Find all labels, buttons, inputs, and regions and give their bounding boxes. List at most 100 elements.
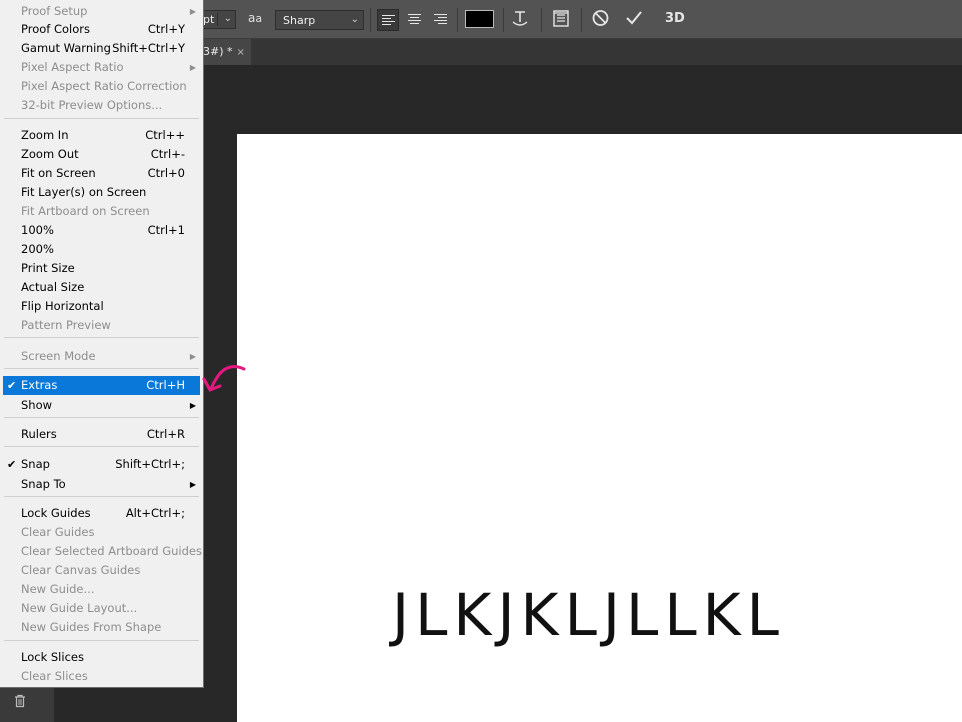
menu-item-flip-horizontal[interactable]: Flip Horizontal: [3, 297, 200, 316]
menu-item-snap[interactable]: ✔ Snap Shift+Ctrl+;: [3, 455, 200, 474]
menu-item-pixel-aspect-ratio-correction[interactable]: Pixel Aspect Ratio Correction: [3, 77, 200, 96]
menu-item-label: Flip Horizontal: [21, 299, 104, 313]
menu-item-snap-to[interactable]: Snap To ▶: [3, 475, 200, 494]
menu-item-label: New Guide...: [21, 582, 95, 596]
menu-item-rulers[interactable]: Rulers Ctrl+R: [3, 425, 200, 444]
menu-separator: [4, 496, 199, 497]
menu-separator: [4, 337, 199, 338]
chevron-down-icon: ⌄: [350, 14, 359, 25]
submenu-arrow-icon: ▶: [189, 401, 196, 410]
submenu-arrow-icon: ▶: [189, 352, 196, 361]
menu-item-pattern-preview[interactable]: Pattern Preview: [3, 316, 200, 335]
menu-item-shortcut: Alt+Ctrl+;: [125, 506, 185, 520]
menu-item-label: New Guides From Shape: [21, 620, 162, 634]
menu-item-show[interactable]: Show ▶: [3, 396, 200, 415]
menu-item-200[interactable]: 200%: [3, 240, 200, 259]
text-color-swatch[interactable]: [465, 10, 494, 28]
commit-icon[interactable]: [624, 8, 644, 31]
submenu-arrow-icon: ▶: [189, 63, 196, 72]
menu-item-actual-size[interactable]: Actual Size: [3, 278, 200, 297]
antialias-select[interactable]: Sharp ⌄: [275, 10, 364, 30]
menu-separator: [4, 446, 199, 447]
menu-item-pixel-aspect-ratio[interactable]: Pixel Aspect Ratio ▶: [3, 58, 200, 77]
menu-item-gamut-warning[interactable]: Gamut Warning Shift+Ctrl+Y: [3, 39, 200, 58]
menu-item-label: New Guide Layout...: [21, 601, 138, 615]
menu-item-label: Fit Layer(s) on Screen: [21, 185, 147, 199]
menu-item-label: Snap To: [21, 477, 66, 491]
submenu-arrow-icon: ▶: [189, 7, 196, 16]
menu-item-label: Clear Canvas Guides: [21, 563, 141, 577]
menu-item-clear-canvas-guides[interactable]: Clear Canvas Guides: [3, 561, 200, 580]
menu-item-fit-on-screen[interactable]: Fit on Screen Ctrl+0: [3, 164, 200, 183]
character-panel-icon[interactable]: [552, 8, 570, 31]
menu-item-label: Pattern Preview: [21, 318, 111, 332]
close-icon[interactable]: ×: [237, 47, 245, 58]
menu-item-label: Print Size: [21, 261, 75, 275]
menu-item-100[interactable]: 100% Ctrl+1: [3, 221, 200, 240]
antialias-value: Sharp: [283, 14, 316, 27]
menu-item-label: Lock Slices: [21, 650, 84, 664]
menu-item-proof-setup[interactable]: Proof Setup ▶: [3, 2, 200, 21]
antialias-icon: aa: [248, 11, 263, 25]
menu-item-shortcut: Ctrl++: [145, 128, 185, 142]
checkmark-icon: ✔: [7, 379, 17, 392]
menu-item-label: Show: [21, 398, 53, 412]
menu-item-label: Screen Mode: [21, 349, 96, 363]
menu-item-label: 200%: [21, 242, 54, 256]
document-tab-title: 3#) *: [203, 45, 233, 58]
menu-separator: [4, 118, 199, 119]
menu-item-label: Rulers: [21, 427, 57, 441]
menu-item-label: Clear Guides: [21, 525, 95, 539]
menu-item-label: 100%: [21, 223, 54, 237]
align-right-icon[interactable]: [430, 9, 452, 31]
menu-item-fit-artboard-on-screen[interactable]: Fit Artboard on Screen: [3, 202, 200, 221]
menu-item-new-guide[interactable]: New Guide...: [3, 580, 200, 599]
menu-item-label: Proof Colors: [21, 22, 90, 36]
menu-item-shortcut: Ctrl+H: [146, 378, 185, 392]
menu-item-new-guides-from-shape[interactable]: New Guides From Shape: [3, 618, 200, 637]
menu-item-shortcut: Ctrl+Y: [147, 22, 185, 36]
menu-item-proof-colors[interactable]: Proof Colors Ctrl+Y: [3, 20, 200, 39]
menu-item-label: Fit Artboard on Screen: [21, 204, 150, 218]
menu-item-zoom-in[interactable]: Zoom In Ctrl++: [3, 126, 200, 145]
menu-item-clear-slices[interactable]: Clear Slices: [3, 667, 200, 686]
menu-item-extras[interactable]: ✔ Extras Ctrl+H: [3, 376, 200, 395]
3d-icon[interactable]: 3D: [665, 11, 685, 26]
menu-item-32-bit-preview-options[interactable]: 32-bit Preview Options...: [3, 96, 200, 115]
menu-item-zoom-out[interactable]: Zoom Out Ctrl+-: [3, 145, 200, 164]
menu-item-lock-slices[interactable]: Lock Slices: [3, 648, 200, 667]
menu-item-label: Zoom Out: [21, 147, 79, 161]
menu-separator: [4, 417, 199, 418]
menu-item-label: Pixel Aspect Ratio: [21, 60, 124, 74]
menu-item-label: Zoom In: [21, 128, 69, 142]
align-left-icon[interactable]: [377, 9, 399, 31]
menu-item-label: Gamut Warning: [21, 41, 111, 55]
menu-item-shortcut: Ctrl+1: [147, 223, 185, 237]
menu-item-lock-guides[interactable]: Lock Guides Alt+Ctrl+;: [3, 504, 200, 523]
menu-item-shortcut: Ctrl+R: [146, 427, 185, 441]
trash-icon[interactable]: [13, 694, 27, 711]
font-size-value: pt: [203, 13, 215, 26]
submenu-arrow-icon: ▶: [189, 480, 196, 489]
menu-item-label: Actual Size: [21, 280, 85, 294]
document-canvas[interactable]: JLKJKLJLLKL: [237, 134, 962, 722]
cancel-icon[interactable]: [591, 8, 610, 31]
checkmark-icon: ✔: [7, 458, 17, 471]
menu-item-print-size[interactable]: Print Size: [3, 259, 200, 278]
menu-item-new-guide-layout[interactable]: New Guide Layout...: [3, 599, 200, 618]
canvas-text-layer[interactable]: JLKJKLJLLKL: [226, 586, 951, 644]
menu-item-fit-layer-s-on-screen[interactable]: Fit Layer(s) on Screen: [3, 183, 200, 202]
menu-item-label: Fit on Screen: [21, 166, 96, 180]
menu-item-shortcut: Shift+Ctrl+;: [115, 457, 185, 471]
menu-item-shortcut: Ctrl+-: [150, 147, 185, 161]
menu-item-screen-mode[interactable]: Screen Mode ▶: [3, 347, 200, 366]
annotation-arrow-icon: [202, 365, 246, 392]
menu-separator: [4, 368, 199, 369]
menu-item-label: Lock Guides: [21, 506, 91, 520]
menu-item-label: Snap: [21, 457, 50, 471]
warp-text-icon[interactable]: [511, 8, 529, 31]
menu-item-clear-guides[interactable]: Clear Guides: [3, 523, 200, 542]
menu-item-clear-selected-artboard-guides[interactable]: Clear Selected Artboard Guides: [3, 542, 202, 561]
menu-item-shortcut: Ctrl+0: [147, 166, 185, 180]
align-center-icon[interactable]: [404, 9, 426, 31]
